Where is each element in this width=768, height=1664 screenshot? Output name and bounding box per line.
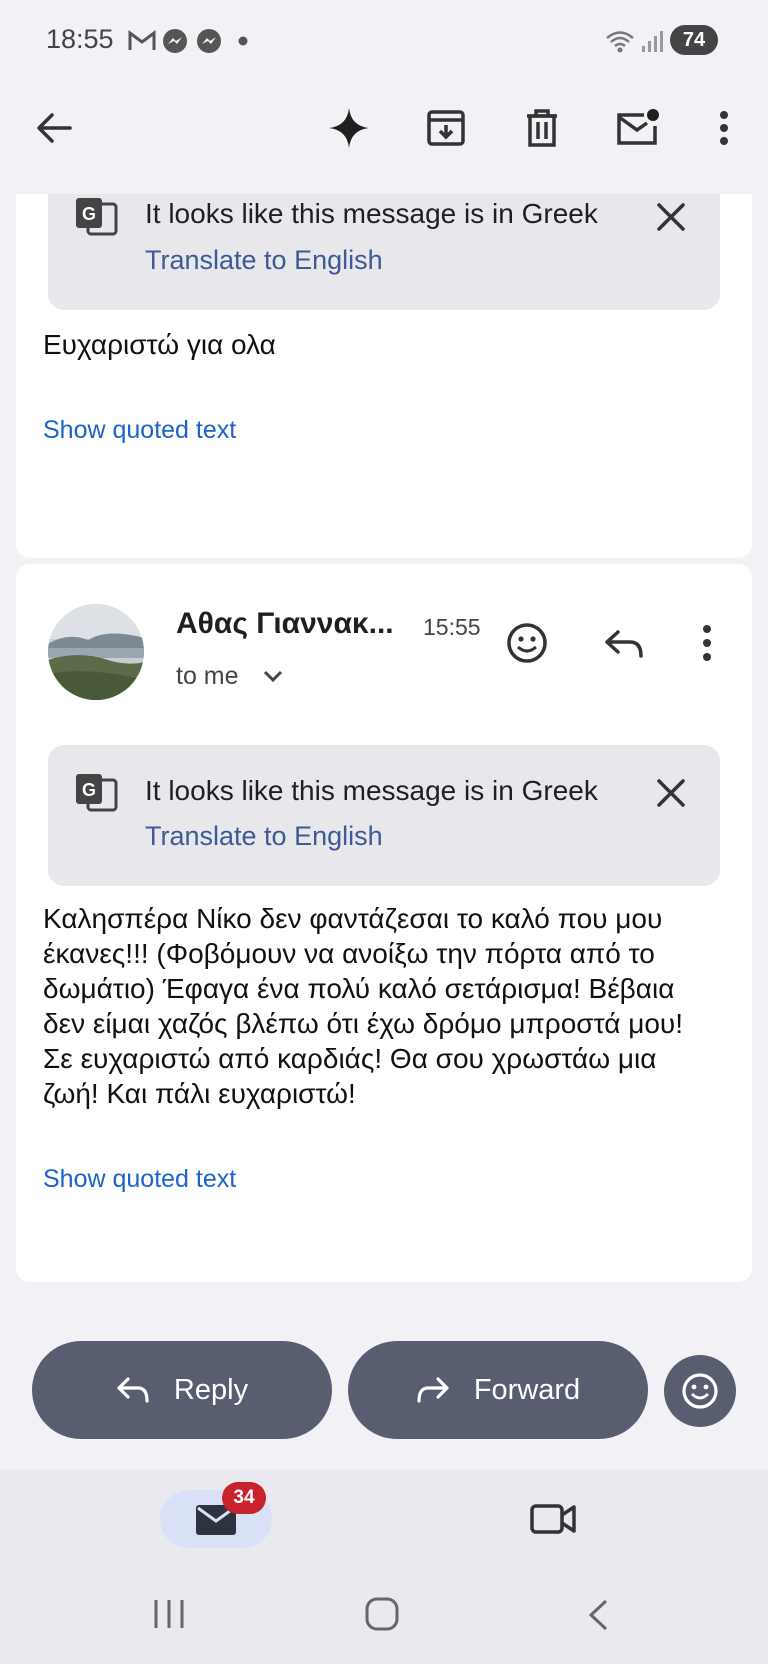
reply-icon-button[interactable]: [604, 628, 644, 660]
more-vert-icon: [720, 111, 728, 145]
translate-banner-2: [48, 745, 720, 886]
wifi-icon: [606, 31, 634, 53]
signal-icon: [642, 31, 663, 52]
google-translate-icon: G: [76, 774, 118, 812]
body-line: Καλησπέρα Νίκο δεν φαντάζεσαι το καλό πο…: [43, 903, 663, 934]
reply-button[interactable]: Reply: [32, 1341, 332, 1439]
svg-text:G: G: [82, 780, 96, 800]
mark-unread-button-top[interactable]: [608, 98, 668, 158]
sender-name[interactable]: Αθας Γιαννακ...: [176, 607, 394, 641]
unread-count-badge: 34: [222, 1482, 266, 1514]
recent-apps-icon[interactable]: [152, 1598, 186, 1630]
body-line: ζωή! Και πάλι ευχαριστώ!: [43, 1078, 356, 1109]
emoji-react-button[interactable]: [506, 622, 548, 664]
message-body-2: Καλησπέρα Νίκο δεν φαντάζεσαι το καλό πο…: [43, 901, 763, 1111]
sender-avatar[interactable]: [48, 604, 144, 700]
system-back-icon[interactable]: [586, 1598, 610, 1632]
more-notifications-dot-icon: [238, 36, 248, 46]
unread-count: 34: [233, 1487, 255, 1508]
message-body-1: Ευχαριστώ για ολα: [43, 329, 276, 360]
mark-unread-icon: [617, 109, 659, 145]
show-quoted-text-1[interactable]: Show quoted text: [43, 416, 236, 445]
translate-link-1[interactable]: Translate to English: [145, 245, 383, 276]
body-line: έκανες!!! (Φοβόμουν να ανοίξω την πόρτα …: [43, 938, 655, 969]
status-time: 18:55: [46, 24, 114, 54]
translate-banner-text-1: It looks like this message is in Greek: [145, 198, 598, 229]
messenger-notification-icon-2: [197, 29, 221, 53]
message-time: 15:55: [423, 614, 481, 640]
gemini-button-top[interactable]: [319, 98, 379, 158]
reply-icon: [117, 1377, 149, 1403]
meet-video-icon[interactable]: [530, 1502, 576, 1536]
back-arrow-icon: [37, 113, 72, 143]
close-banner-button-2[interactable]: [656, 778, 686, 808]
chevron-down-icon[interactable]: [263, 670, 283, 684]
close-banner-button-1[interactable]: [656, 202, 686, 232]
delete-icon: [527, 109, 557, 147]
emoji-reaction-button[interactable]: [664, 1355, 736, 1427]
bottom-navigation: [0, 1470, 768, 1664]
status-bar: 18:55 74: [0, 0, 768, 84]
body-line: Σε ευχαριστώ από καρδιάς! Θα σου χρωστάω…: [43, 1043, 657, 1074]
emoji-icon: [682, 1373, 718, 1409]
battery-indicator: 74: [670, 25, 718, 55]
message-more-vert-icon[interactable]: [702, 624, 712, 662]
translate-link-2[interactable]: Translate to English: [145, 821, 383, 852]
forward-icon: [417, 1377, 449, 1403]
body-line: δωμάτιο) Έφαγα ένα πολύ καλό σετάρισμα! …: [43, 973, 675, 1004]
recipient-label[interactable]: to me: [176, 662, 239, 691]
archive-button-top[interactable]: [416, 98, 476, 158]
more-options-button-top[interactable]: [694, 98, 754, 158]
archive-icon: [427, 110, 465, 146]
reply-label: Reply: [173, 1373, 249, 1406]
back-button-top[interactable]: [24, 98, 84, 158]
gemini-sparkle-icon: [329, 108, 369, 148]
body-line: δεν είμαι χαζός βλέπω ότι έχω δρόμο μπρο…: [43, 1008, 684, 1039]
show-quoted-text-2[interactable]: Show quoted text: [43, 1165, 236, 1194]
messenger-notification-icon: [163, 29, 187, 53]
translate-banner-text-2: It looks like this message is in Greek: [145, 775, 598, 806]
gmail-notification-icon: [128, 30, 156, 50]
google-translate-icon: G: [76, 198, 118, 236]
home-icon[interactable]: [364, 1596, 400, 1632]
delete-button-top[interactable]: [512, 98, 572, 158]
battery-level: 74: [682, 28, 706, 51]
svg-text:G: G: [82, 204, 96, 224]
forward-label: Forward: [473, 1373, 581, 1406]
forward-button[interactable]: Forward: [348, 1341, 648, 1439]
